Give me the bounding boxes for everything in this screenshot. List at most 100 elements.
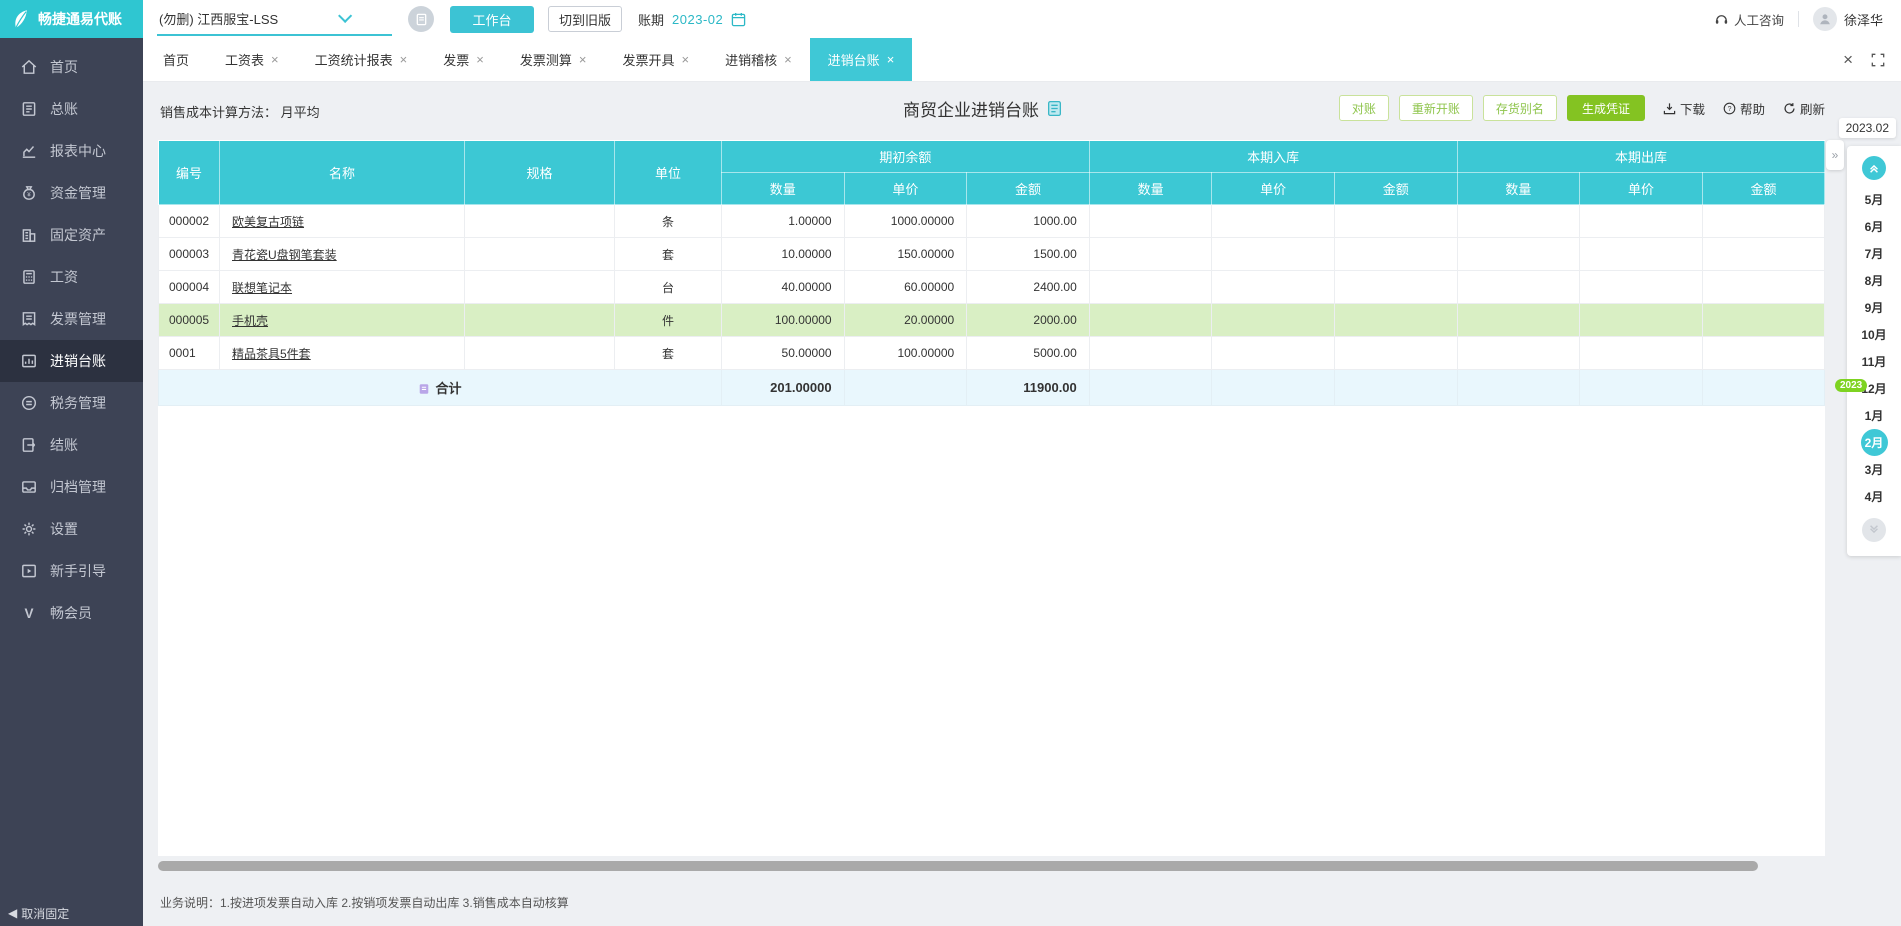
cell-outbound [1456,270,1581,304]
sidebar-item-inventory-ledger[interactable]: 进销台账 [0,340,143,382]
sidebar-item-salary[interactable]: 工资 [0,256,143,298]
fullscreen-icon[interactable] [1871,53,1885,67]
sidebar-item-settings[interactable]: 设置 [0,508,143,550]
tab-home[interactable]: 首页 [145,38,207,81]
table-row[interactable]: 000005 手机壳 件 100.00000 20.00000 2000.00 [158,303,1826,337]
sidebar-item-guide[interactable]: 新手引导 [0,550,143,592]
group-beginning-balance: 期初余额 [721,140,1090,173]
table-row[interactable]: 000003 青花瓷U盘钢笔套装 套 10.00000 150.00000 1500.00 [158,237,1826,271]
item-name-link[interactable]: 青花瓷U盘钢笔套装 [232,248,337,262]
inventory-ledger-table: 编号 名称 规格 单位 期初余额 本期入库 本期出库 数量 单价 金额 数量 单… [158,140,1826,406]
table-row[interactable]: 0001 精品茶具5件套 套 50.00000 100.00000 5000.00 [158,336,1826,370]
sidebar-item-closing[interactable]: 结账 [0,424,143,466]
period-value[interactable]: 2023-02 [672,12,723,27]
item-name-link[interactable]: 欧美复古项链 [232,215,304,229]
close-tab-icon[interactable]: × [784,52,792,67]
tab-purchase-sale-ledger[interactable]: 进销台账 × [809,38,913,81]
month-item[interactable]: 4月 [1847,483,1901,510]
sidebar-item-label: 归档管理 [50,479,106,495]
tab-invoice-calc[interactable]: 发票测算 × [502,38,605,81]
month-item[interactable]: 3月 [1847,456,1901,483]
month-selector-panel: 5月 6月 7月 8月 9月 10月 11月 12月 1月 2月 3月 4月 2023 [1835,146,1901,556]
item-name-link[interactable]: 精品茶具5件套 [232,347,311,361]
reopen-account-button[interactable]: 重新开账 [1398,95,1473,121]
close-tab-icon[interactable]: × [400,52,408,67]
month-label: 8月 [1864,274,1884,288]
sidebar-item-member[interactable]: V 畅会员 [0,592,143,634]
sidebar-item-label: 结账 [50,437,78,453]
month-item[interactable]: 10月 [1847,321,1901,348]
item-name-link[interactable]: 联想笔记本 [232,281,292,295]
sidebar-item-funds[interactable]: ¥ 资金管理 [0,172,143,214]
tab-label: 发票 [443,53,470,68]
tab-salary-sheet[interactable]: 工资表 × [207,38,297,81]
tab-salary-report[interactable]: 工资统计报表 × [297,38,426,81]
close-tab-icon[interactable]: × [271,52,279,67]
cell-beginning: 2000.00 [966,303,1090,337]
close-tab-icon[interactable]: × [681,52,689,67]
help-button[interactable]: ? 帮助 [1723,99,1765,118]
support-label: 人工咨询 [1733,13,1784,28]
title-doc-icon[interactable] [1046,100,1063,117]
cell-inbound [1211,303,1335,337]
tab-invoice-issue[interactable]: 发票开具 × [604,38,707,81]
sidebar-item-tax[interactable]: 税务管理 [0,382,143,424]
sidebar-item-fixed-assets[interactable]: 固定资产 [0,214,143,256]
inventory-alias-button[interactable]: 存货别名 [1482,95,1557,121]
cell-spec [464,303,615,337]
scroll-months-up-button[interactable] [1862,156,1886,180]
horizontal-scrollbar[interactable] [158,861,1758,871]
close-tab-icon[interactable]: × [887,52,895,67]
support-button[interactable]: 人工咨询 [1714,10,1784,29]
month-label: 7月 [1864,247,1884,261]
month-item[interactable]: 8月 [1847,267,1901,294]
download-button[interactable]: 下载 [1663,99,1705,118]
close-tab-icon[interactable]: × [476,52,484,67]
svg-text:¥: ¥ [27,191,31,198]
tab-invoice[interactable]: 发票 × [425,38,502,81]
month-item[interactable]: 9月 [1847,294,1901,321]
cell-beginning: 1000.00000 [843,204,968,238]
sidebar-item-report-center[interactable]: 报表中心 [0,130,143,172]
cell-beginning: 1500.00 [966,237,1090,271]
tab-label: 工资表 [225,53,265,68]
refresh-button[interactable]: 刷新 [1783,99,1825,118]
unpin-sidebar-button[interactable]: ◀ 取消固定 [0,900,143,926]
app-logo: 畅捷通易代账 [0,0,143,38]
user-menu[interactable]: 徐泽华 [1812,7,1883,31]
generate-voucher-button[interactable]: 生成凭证 [1566,95,1645,121]
month-item[interactable]: 2月 [1847,429,1901,456]
form-circle-button[interactable] [408,6,434,32]
sidebar-item-invoice[interactable]: 发票管理 [0,298,143,340]
scroll-months-down-button[interactable] [1862,518,1886,542]
month-item[interactable]: 5月 [1847,186,1901,213]
close-tab-icon[interactable]: × [579,52,587,67]
switch-old-version-button[interactable]: 切到旧版 [548,6,623,32]
period-label: 账期 [638,12,665,28]
reconcile-button[interactable]: 对账 [1338,95,1389,121]
month-item[interactable]: 6月 [1847,213,1901,240]
month-item[interactable]: 11月 [1847,348,1901,375]
company-name: (勿删) 江西服宝-LSS [159,11,279,27]
workbench-button[interactable]: 工作台 [450,5,534,33]
item-name-link[interactable]: 手机壳 [232,314,268,328]
calendar-icon[interactable] [731,12,746,27]
cell-inbound [1333,204,1458,238]
tab-label: 工资统计报表 [314,53,393,68]
sidebar-item-general-ledger[interactable]: 总账 [0,88,143,130]
tab-purchase-sale-audit[interactable]: 进销稽核 × [707,38,810,81]
sidebar-item-archive[interactable]: 归档管理 [0,466,143,508]
cell-beginning: 100.00000 [721,303,845,337]
expand-columns-toggle[interactable]: » [1826,140,1844,170]
close-all-tabs-icon[interactable]: × [1843,50,1853,70]
download-label: 下载 [1679,102,1705,117]
month-item[interactable]: 1月 [1847,402,1901,429]
company-selector[interactable]: (勿删) 江西服宝-LSS [157,3,392,36]
ledger-panel: 编号 名称 规格 单位 期初余额 本期入库 本期出库 数量 单价 金额 数量 单… [158,140,1826,856]
month-item[interactable]: 7月 [1847,240,1901,267]
guide-icon [20,562,38,580]
table-row[interactable]: 000002 欧美复古项链 条 1.00000 1000.00000 1000.00 [158,204,1826,238]
sidebar-item-home[interactable]: 首页 [0,46,143,88]
table-row[interactable]: 000004 联想笔记本 台 40.00000 60.00000 2400.00 [158,270,1826,304]
cell-code: 000005 [158,303,220,337]
